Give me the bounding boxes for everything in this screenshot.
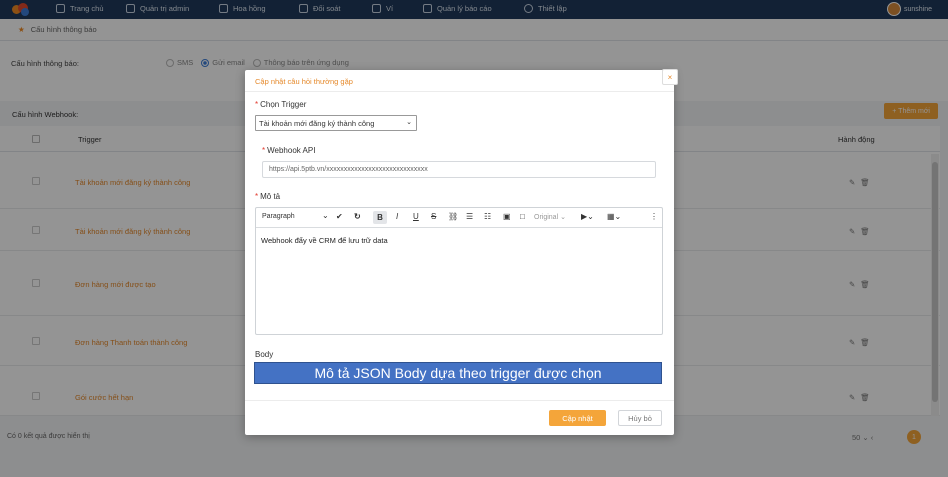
chevron-down-icon[interactable]: ⌄	[322, 211, 329, 220]
body-label: Body	[255, 350, 274, 359]
bullet-list-icon[interactable]: ☰	[466, 212, 473, 221]
image-size-select[interactable]: Original ⌄	[534, 213, 566, 221]
table-icon[interactable]: ▦⌄	[607, 212, 621, 221]
numbered-list-icon[interactable]: ☷	[484, 212, 491, 221]
editor-content[interactable]: Webhook đẩy về CRM để lưu trữ data	[256, 228, 662, 253]
webhook-api-input[interactable]: https://api.5ptb.vn/xxxxxxxxxxxxxxxxxxxx…	[262, 161, 656, 178]
underline-icon[interactable]: U	[413, 212, 419, 221]
italic-icon[interactable]: I	[396, 212, 398, 221]
trigger-select[interactable]: Tài khoản mới đăng ký thành công ⌄	[255, 115, 417, 131]
modal-header: Cập nhật câu hỏi thường gặp ×	[245, 69, 678, 92]
link-icon[interactable]: ⛓	[448, 212, 458, 221]
more-icon[interactable]: ⋮	[650, 212, 658, 221]
media-icon[interactable]: ▶⌄	[581, 212, 594, 221]
edit-webhook-modal: Cập nhật câu hỏi thường gặp × * Chọn Trig…	[245, 69, 678, 435]
resize-icon[interactable]: □	[520, 212, 525, 221]
trigger-label: * Chọn Trigger	[255, 100, 307, 109]
save-button[interactable]: Cập nhật	[549, 410, 606, 426]
modal-title: Cập nhật câu hỏi thường gặp	[255, 77, 353, 86]
modal-footer: Cập nhật Hủy bỏ	[245, 400, 674, 435]
image-icon[interactable]: ▣	[503, 212, 511, 221]
strikethrough-icon[interactable]: S	[431, 212, 436, 221]
chevron-down-icon: ⌄	[406, 119, 412, 126]
highlight-icon[interactable]: ✔	[336, 212, 343, 221]
undo-icon[interactable]: ↻	[354, 212, 361, 221]
editor-toolbar: Paragraph ⌄ ✔ ↻ B I U S ⛓ ☰ ☷ ▣ □ Origin…	[256, 208, 662, 228]
close-icon[interactable]: ×	[662, 69, 678, 85]
body-banner: Mô tả JSON Body dựa theo trigger được ch…	[254, 362, 662, 384]
api-label: * Webhook API	[262, 146, 316, 155]
bold-icon[interactable]: B	[373, 211, 387, 224]
desc-label: * Mô tả	[255, 192, 281, 201]
rich-text-editor: Paragraph ⌄ ✔ ↻ B I U S ⛓ ☰ ☷ ▣ □ Origin…	[255, 207, 663, 335]
cancel-button[interactable]: Hủy bỏ	[618, 410, 662, 426]
paragraph-select[interactable]: Paragraph	[262, 213, 295, 220]
